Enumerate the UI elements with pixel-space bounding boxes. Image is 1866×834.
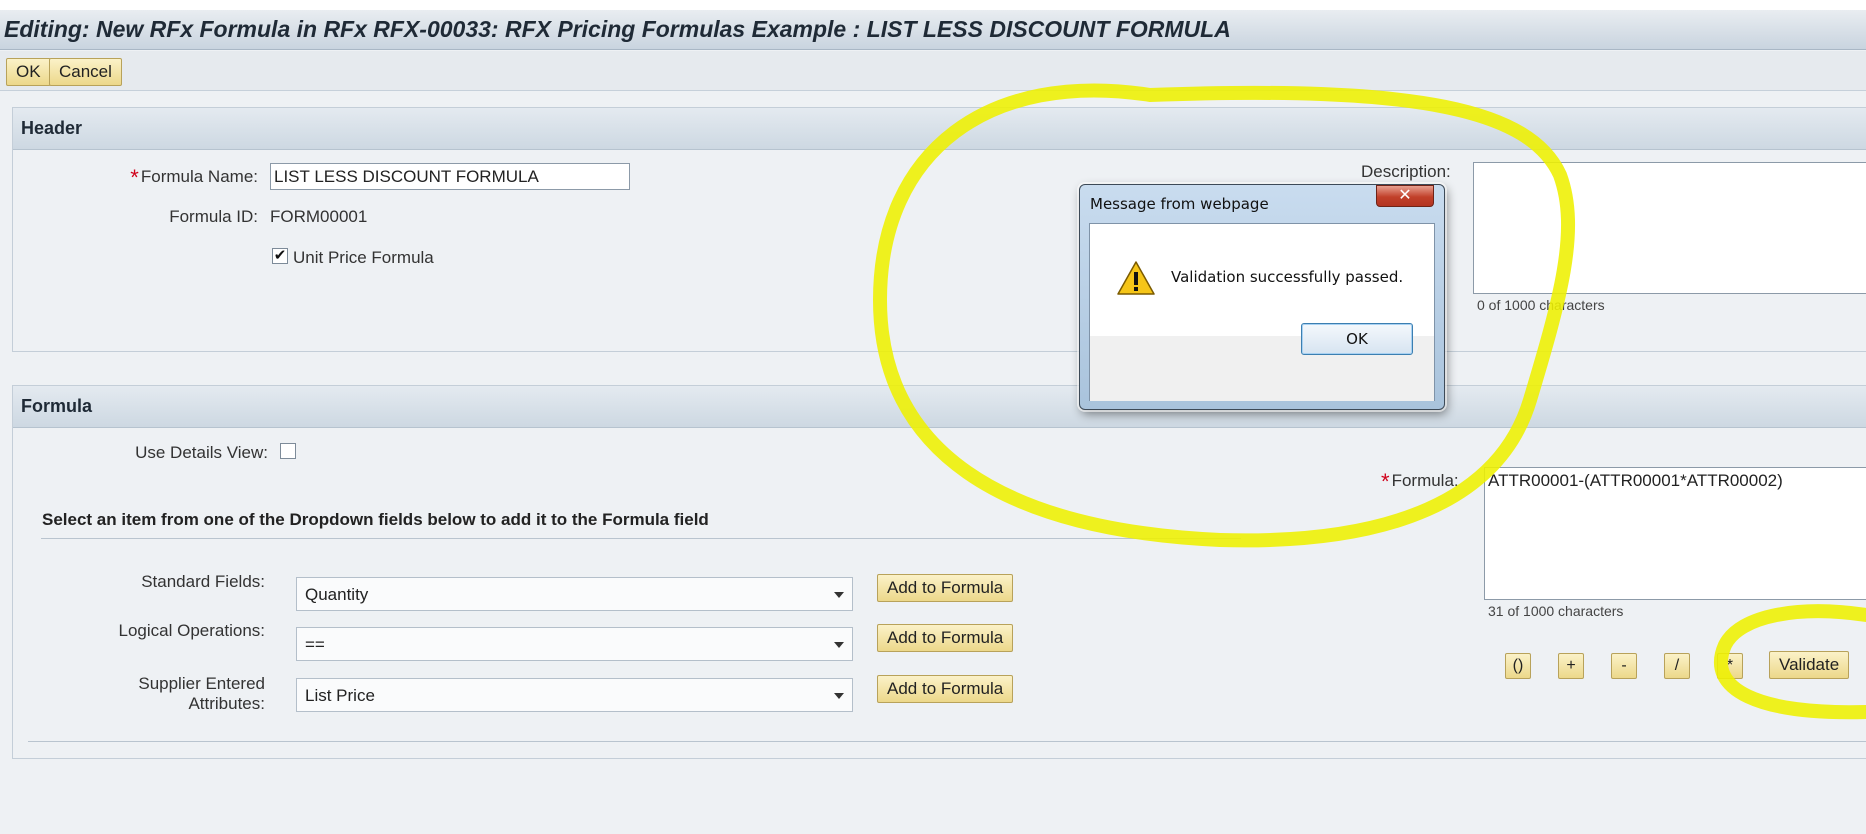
- description-char-count: 0 of 1000 characters: [1477, 297, 1605, 313]
- formula-name-field[interactable]: LIST LESS DISCOUNT FORMULA: [270, 163, 630, 190]
- required-asterisk: *: [1381, 469, 1390, 494]
- toolbar: OK Cancel: [0, 51, 1866, 91]
- formula-section-head: Formula: [13, 386, 1866, 428]
- use-details-view-checkbox[interactable]: [280, 443, 296, 459]
- standard-fields-select[interactable]: Quantity: [296, 577, 853, 611]
- formula-id-value: FORM00001: [270, 207, 368, 226]
- required-asterisk: *: [130, 165, 139, 190]
- add-logical-operation-button[interactable]: Add to Formula: [877, 624, 1014, 652]
- formula-section: Formula Use Details View: Select an item…: [12, 385, 1866, 759]
- plus-button[interactable]: +: [1558, 653, 1584, 679]
- formula-section-title: Formula: [21, 396, 93, 416]
- section-bottom-divider: [28, 741, 1866, 742]
- use-details-view-label: Use Details View:: [135, 443, 268, 462]
- standard-fields-value: Quantity: [305, 585, 369, 604]
- dropdown-instruction: Select an item from one of the Dropdown …: [42, 510, 709, 529]
- ok-button[interactable]: OK: [6, 58, 51, 86]
- dialog-message: Validation successfully passed.: [1171, 268, 1404, 286]
- supplier-attributes-value: List Price: [305, 686, 375, 705]
- page-title: Editing: New RFx Formula in RFx RFX-0003…: [4, 16, 1231, 42]
- parentheses-button[interactable]: (): [1505, 653, 1531, 679]
- title-bar: Editing: New RFx Formula in RFx RFX-0003…: [0, 10, 1866, 50]
- formula-char-count: 31 of 1000 characters: [1488, 603, 1624, 619]
- header-section: Header * Formula Name: LIST LESS DISCOUNT…: [12, 107, 1866, 352]
- add-supplier-attribute-button[interactable]: Add to Formula: [877, 675, 1014, 703]
- header-section-head: Header: [13, 108, 1866, 150]
- chevron-down-icon: [834, 592, 844, 598]
- description-label: Description:: [1361, 162, 1451, 181]
- formula-field[interactable]: ATTR00001-(ATTR00001*ATTR00002): [1484, 467, 1866, 600]
- warning-icon: [1117, 261, 1155, 295]
- chevron-down-icon: [834, 642, 844, 648]
- formula-id-label: Formula ID:: [169, 207, 258, 226]
- close-icon[interactable]: ✕: [1376, 185, 1434, 207]
- unit-price-label: Unit Price Formula: [293, 248, 434, 267]
- instruction-divider: [41, 538, 1241, 539]
- supplier-attributes-select[interactable]: List Price: [296, 678, 853, 712]
- validate-button[interactable]: Validate: [1769, 651, 1850, 679]
- cancel-button[interactable]: Cancel: [49, 58, 122, 86]
- supplier-attributes-label: Supplier Entered Attributes:: [138, 674, 265, 713]
- multiply-button[interactable]: *: [1717, 653, 1743, 679]
- unit-price-checkbox[interactable]: ✔: [272, 248, 288, 264]
- divide-button[interactable]: /: [1664, 653, 1690, 679]
- header-section-title: Header: [21, 118, 83, 138]
- description-field[interactable]: [1473, 162, 1866, 294]
- message-dialog: Message from webpage ✕ Validation succes…: [1079, 184, 1445, 410]
- formula-name-label: * Formula Name:: [130, 165, 258, 190]
- chevron-down-icon: [834, 693, 844, 699]
- logical-operations-label: Logical Operations:: [118, 621, 265, 640]
- logical-operations-select[interactable]: ==: [296, 627, 853, 661]
- dialog-ok-button[interactable]: OK: [1301, 323, 1413, 355]
- formula-label: * Formula:: [1381, 469, 1459, 494]
- standard-fields-label: Standard Fields:: [141, 572, 265, 591]
- add-standard-field-button[interactable]: Add to Formula: [877, 574, 1014, 602]
- dialog-body: Validation successfully passed.: [1089, 223, 1435, 401]
- dialog-title: Message from webpage: [1090, 195, 1269, 213]
- logical-operations-value: ==: [305, 635, 325, 654]
- minus-button[interactable]: -: [1611, 653, 1637, 679]
